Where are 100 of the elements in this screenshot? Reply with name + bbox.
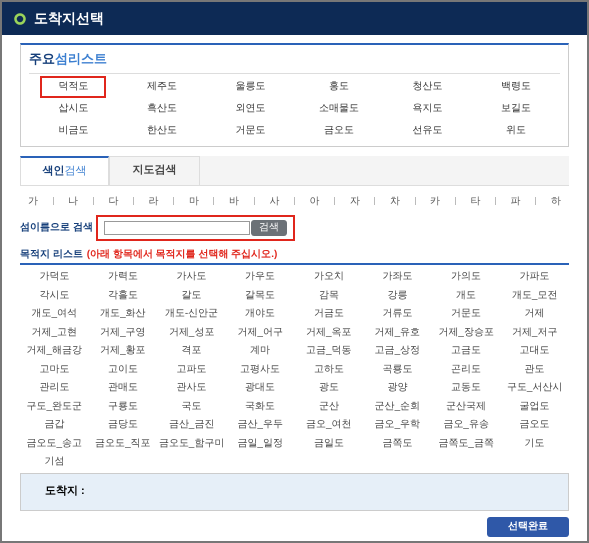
index-letter-link[interactable]: 하 [550,194,561,208]
destination-link[interactable]: 금오도_직포 [95,436,151,451]
destination-link[interactable]: 거제_해금강 [26,343,82,358]
index-letter-link[interactable]: 아 [310,194,320,208]
destination-link[interactable]: 거제_고현 [32,324,78,340]
island-link[interactable]: 덕적도 [40,76,106,98]
destination-link[interactable]: 고금_덕동 [306,343,352,358]
island-link[interactable]: 울릉도 [217,76,284,98]
index-letter-link[interactable]: 다 [108,194,118,208]
island-link[interactable]: 소매물도 [306,98,372,120]
destination-link[interactable]: 구도_서산시 [506,380,562,396]
destination-link[interactable]: 굴업도 [520,398,550,414]
island-link[interactable]: 제주도 [128,76,195,98]
destination-link[interactable]: 고마도 [39,362,70,377]
island-link[interactable]: 거문도 [217,120,284,142]
island-link[interactable]: 보길도 [482,98,549,120]
index-letter-link[interactable]: 마 [188,194,199,208]
destination-link[interactable]: 계마 [250,343,270,358]
destination-link[interactable]: 관도 [524,362,545,377]
island-link[interactable]: 위도 [482,120,549,142]
destination-link[interactable]: 가의도 [451,269,482,284]
destination-link[interactable]: 고금도 [451,343,482,358]
island-link[interactable]: 비금도 [40,120,106,142]
destination-link[interactable]: 광양 [387,380,408,396]
destination-link[interactable]: 가력도 [108,269,138,284]
index-letter-link[interactable]: 카 [430,194,440,208]
island-link[interactable]: 욕지도 [394,98,460,120]
destination-link[interactable]: 강릉 [387,288,408,303]
destination-link[interactable]: 곡룡도 [382,362,412,377]
destination-link[interactable]: 가우도 [245,269,276,284]
destination-link[interactable]: 군산국제 [446,398,486,414]
island-link[interactable]: 백령도 [482,76,549,98]
destination-link[interactable]: 금일_일정 [237,436,283,451]
destination-link[interactable]: 금쪽도_금쪽 [438,436,494,451]
destination-link[interactable]: 가사도 [176,269,207,284]
destination-link[interactable]: 개도_여석 [32,306,78,322]
destination-link[interactable]: 금산_금진 [168,417,214,432]
index-letter-link[interactable]: 가 [28,194,38,208]
destination-link[interactable]: 감목 [318,288,339,303]
destination-link[interactable]: 금갑 [44,417,64,432]
index-letter-link[interactable]: 타 [470,194,480,208]
destination-link[interactable]: 광대도 [245,380,276,396]
island-link[interactable]: 청산도 [394,76,460,98]
destination-link[interactable]: 가좌도 [382,269,412,284]
destination-link[interactable]: 기섬 [44,454,64,470]
destination-link[interactable]: 금오_우학 [374,417,420,432]
island-link[interactable]: 외연도 [217,98,284,120]
destination-link[interactable]: 개도 [456,288,476,303]
destination-link[interactable]: 각흘도 [108,288,138,303]
destination-link[interactable]: 교동도 [451,380,482,396]
destination-link[interactable]: 금오_유송 [443,417,489,432]
destination-link[interactable]: 구도_완도군 [26,398,82,414]
destination-link[interactable]: 거제_장승포 [438,324,494,340]
destination-link[interactable]: 가오치 [314,269,344,284]
destination-link[interactable]: 금산_우두 [237,417,283,432]
island-link[interactable]: 흑산도 [128,98,195,120]
index-letter-link[interactable]: 사 [269,194,280,208]
search-field[interactable] [104,220,250,234]
destination-link[interactable]: 갈목도 [245,288,276,303]
island-link[interactable]: 홍도 [306,76,372,98]
confirm-button[interactable]: 선택완료 [487,516,569,536]
destination-link[interactable]: 기도 [524,436,545,451]
index-letter-link[interactable]: 자 [350,194,360,208]
destination-link[interactable]: 광도 [318,380,339,396]
island-link[interactable]: 금오도 [306,120,372,142]
destination-link[interactable]: 곤리도 [451,362,482,377]
destination-link[interactable]: 구룡도 [108,398,138,414]
destination-link[interactable]: 가파도 [520,269,550,284]
destination-link[interactable]: 군산 [318,398,339,414]
island-link[interactable]: 선유도 [394,120,460,142]
destination-link[interactable]: 가덕도 [39,269,70,284]
destination-link[interactable]: 갈도 [182,288,202,303]
destination-link[interactable]: 고이도 [108,362,138,377]
destination-link[interactable]: 개도-신안군 [164,306,218,322]
index-letter-link[interactable]: 파 [510,194,521,208]
destination-link[interactable]: 관리도 [39,380,70,396]
destination-link[interactable]: 거제_저구 [512,324,558,340]
destination-link[interactable]: 개야도 [245,306,276,322]
destination-link[interactable]: 금오도_함구미 [158,436,224,451]
destination-link[interactable]: 관사도 [176,380,207,396]
destination-link[interactable]: 고금_상정 [374,343,420,358]
destination-link[interactable]: 고대도 [520,343,550,358]
destination-link[interactable]: 금당도 [108,417,138,432]
destination-link[interactable]: 군산_순회 [374,398,420,414]
destination-link[interactable]: 개도_모전 [512,288,558,303]
destination-link[interactable]: 거제_유호 [374,324,420,340]
destination-link[interactable]: 거제_성포 [168,324,214,340]
destination-link[interactable]: 거금도 [314,306,344,322]
destination-link[interactable]: 각시도 [39,288,70,303]
destination-link[interactable]: 거문도 [451,306,482,322]
destination-link[interactable]: 거제 [524,306,545,322]
destination-link[interactable]: 금쪽도 [382,436,412,451]
tab[interactable]: 색인검색 [20,156,109,186]
destination-link[interactable]: 국도 [182,398,202,414]
destination-link[interactable]: 거제_어구 [237,324,283,340]
island-link[interactable]: 삽시도 [40,98,106,120]
destination-link[interactable]: 금일도 [314,436,344,451]
destination-link[interactable]: 거류도 [382,306,412,322]
destination-link[interactable]: 거제_구영 [100,324,146,340]
destination-link[interactable]: 격포 [182,343,202,358]
